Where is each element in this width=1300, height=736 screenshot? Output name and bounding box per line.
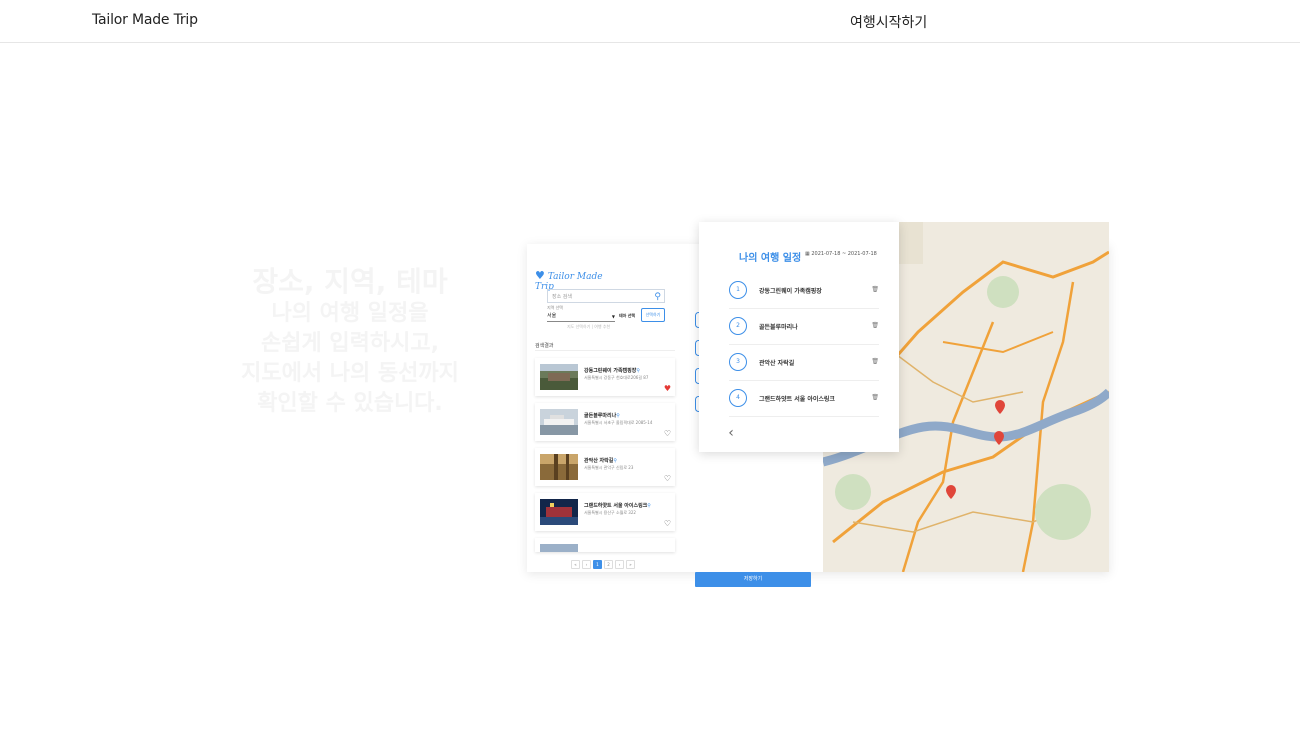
- heart-icon: ♡: [663, 519, 671, 528]
- step-number: 1: [729, 281, 747, 299]
- heart-icon: ♥: [663, 384, 671, 393]
- itinerary-date: ▦ 2021-07-18 ~ 2021-07-18: [805, 251, 877, 257]
- top-navbar: Tailor Made Trip 여행시작하기: [0, 0, 1300, 43]
- place-card-partial: [535, 538, 675, 552]
- heart-icon: ♡: [663, 474, 671, 483]
- hero-title: 장소, 지역, 테마: [252, 265, 448, 298]
- trash-icon: 🗑: [871, 286, 879, 293]
- save-button: 저장하기: [695, 572, 811, 587]
- step-number: 4: [729, 389, 747, 407]
- pager-last: »: [626, 560, 635, 569]
- location-pin-icon: ⚲: [616, 413, 620, 419]
- trash-icon: 🗑: [871, 322, 879, 329]
- region-label: 지역 선택: [547, 305, 563, 310]
- brand-link[interactable]: Tailor Made Trip: [92, 12, 198, 28]
- place-card: 골든블루마리나⚲ 서울특별시 서초구 올림픽대로 2085-14 ♡: [535, 403, 675, 441]
- place-address: 서울특별시 용산구 소월로 322: [584, 510, 636, 515]
- hero-text: 장소, 지역, 테마 나의 여행 일정을 손쉽게 입력하시고, 지도에서 나의 …: [225, 265, 475, 419]
- heart-logo-icon: ♥: [535, 269, 545, 282]
- search-icon: ⚲: [654, 292, 661, 302]
- app-logo: ♥ Tailor Made Trip: [535, 269, 610, 292]
- step-number: 3: [729, 353, 747, 371]
- chevron-left-icon: ‹: [728, 425, 734, 441]
- pager-page: 1: [593, 560, 602, 569]
- caret-down-icon: ▼: [611, 314, 615, 319]
- itinerary-item: 4 그랜드하얏트 서울 아이스링크 🗑: [729, 382, 879, 417]
- region-select: 서울 ▼: [547, 312, 615, 322]
- hero-line-2: 손쉽게 입력하시고,: [261, 331, 439, 356]
- divider: [535, 350, 675, 351]
- heart-icon: ♡: [663, 429, 671, 438]
- pager-prev: ‹: [582, 560, 591, 569]
- place-search-input: 장소 검색 ⚲: [547, 289, 665, 303]
- place-thumbnail: [540, 364, 578, 390]
- result-label: 검색결과: [535, 343, 554, 349]
- itinerary-item: 1 강동그린웨이 가족캠핑장 🗑: [729, 274, 879, 309]
- place-name: 강동그린웨이 가족캠핑장⚲: [584, 368, 641, 374]
- trash-icon: 🗑: [871, 394, 879, 401]
- place-thumbnail: [540, 544, 578, 552]
- mode-tabs: 지도 선택하기 | 여행 추천: [567, 324, 611, 329]
- theme-select-button: 선택하기: [641, 308, 665, 322]
- start-trip-link[interactable]: 여행시작하기: [850, 12, 927, 32]
- product-screenshot: ♥ Tailor Made Trip 장소 검색 ⚲ 지역 선택 서울 ▼ 테마 …: [527, 222, 1109, 587]
- place-card: 강동그린웨이 가족캠핑장⚲ 서울특별시 강동구 천호대로206길 87 ♥: [535, 358, 675, 396]
- itinerary-item: 3 관악산 자락길 🗑: [729, 346, 879, 381]
- pagination: «‹ 1 2 ›»: [571, 560, 637, 569]
- place-name: 그랜드하얏트 서울 아이스링크⚲: [584, 503, 651, 509]
- step-number: 2: [729, 317, 747, 335]
- place-thumbnail: [540, 499, 578, 525]
- hero-line-1: 나의 여행 일정을: [271, 301, 429, 326]
- trash-icon: 🗑: [871, 358, 879, 365]
- place-card: 관악산 자락길⚲ 서울특별시 관악구 신림로 23 ♡: [535, 448, 675, 486]
- region-value: 서울: [547, 313, 557, 319]
- itinerary-title: 나의 여행 일정: [739, 253, 802, 264]
- place-name: 골든블루마리나⚲: [584, 413, 620, 419]
- pager-first: «: [571, 560, 580, 569]
- location-pin-icon: ⚲: [636, 368, 641, 374]
- place-thumbnail: [540, 454, 578, 480]
- place-name: 관악산 자락길⚲: [584, 458, 618, 464]
- pager-page: 2: [604, 560, 613, 569]
- hero-line-3: 지도에서 나의 동선까지: [241, 361, 459, 386]
- hero-line-4: 확인할 수 있습니다.: [257, 391, 443, 416]
- pager-next: ›: [615, 560, 624, 569]
- place-thumbnail: [540, 409, 578, 435]
- place-address: 서울특별시 서초구 올림픽대로 2085-14: [584, 420, 653, 425]
- place-card: 그랜드하얏트 서울 아이스링크⚲ 서울특별시 용산구 소월로 322 ♡: [535, 493, 675, 531]
- location-pin-icon: ⚲: [613, 458, 618, 464]
- search-placeholder: 장소 검색: [552, 294, 572, 300]
- location-pin-icon: ⚲: [647, 503, 651, 509]
- place-address: 서울특별시 강동구 천호대로206길 87: [584, 375, 649, 380]
- place-address: 서울특별시 관악구 신림로 23: [584, 465, 634, 470]
- step-name: 관악산 자락길: [759, 360, 795, 367]
- step-name: 강동그린웨이 가족캠핑장: [759, 288, 822, 295]
- step-name: 그랜드하얏트 서울 아이스링크: [759, 396, 835, 403]
- theme-label: 테마 선택: [619, 313, 636, 318]
- step-name: 골든블루마리나: [759, 324, 798, 331]
- itinerary-item: 2 골든블루마리나 🗑: [729, 310, 879, 345]
